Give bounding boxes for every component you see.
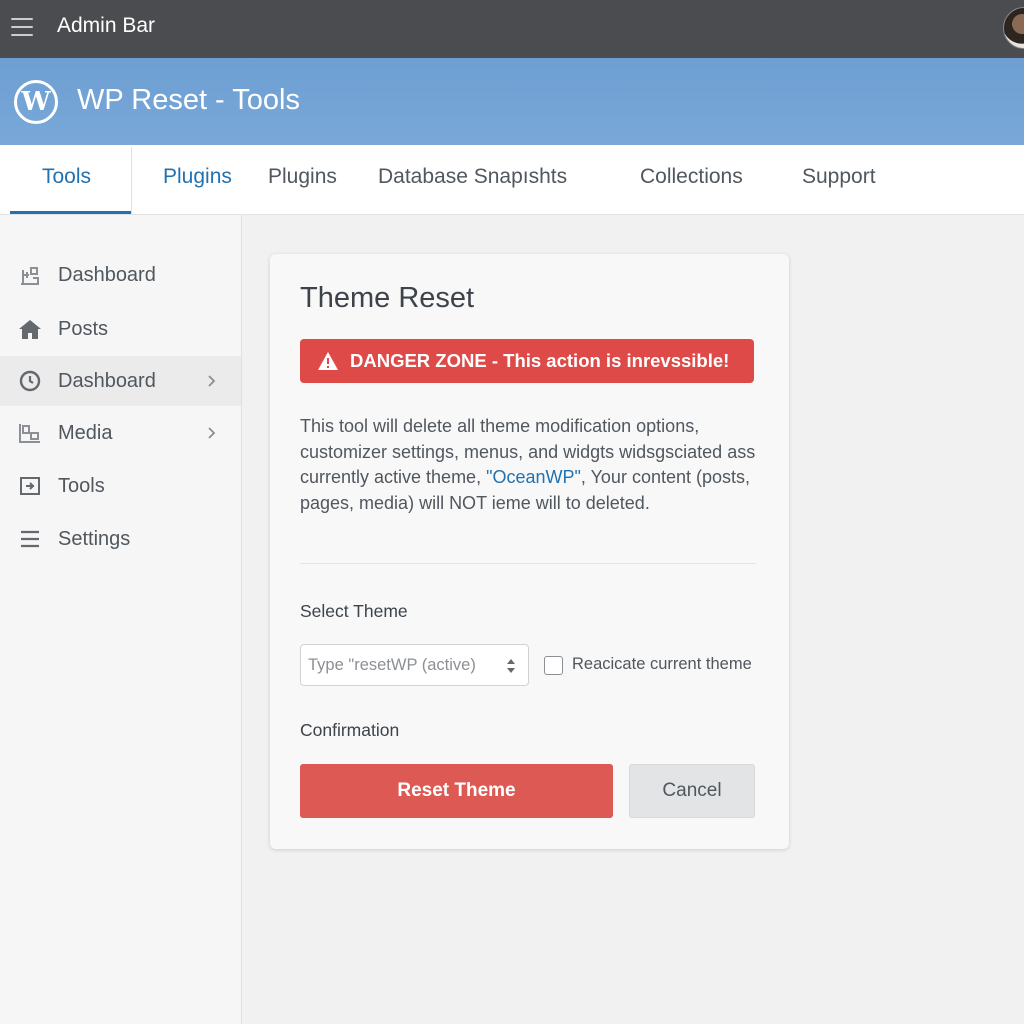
sidebar-item-settings[interactable]: Settings [0,514,241,564]
chevron-right-icon[interactable] [206,427,218,439]
confirmation-label: Confirmation [300,720,400,740]
card-title: Theme Reset [300,282,475,314]
wordpress-logo-icon[interactable]: W [14,80,58,124]
reactivate-theme-label: Reacicate current theme [572,655,752,673]
dashboard-icon [18,263,42,287]
page-title: WP Reset - Tools [77,84,300,116]
theme-select[interactable]: Type "resetWP (active) [300,644,529,686]
chevron-right-icon[interactable] [206,375,218,387]
cancel-button[interactable]: Cancel [629,764,755,818]
sidebar-item-label: Posts [58,317,109,340]
hamburger-icon[interactable] [11,18,33,36]
tab-bar: Tools Plugins Plugins Database Snapıshts… [0,145,1024,215]
avatar[interactable] [1003,7,1024,49]
sidebar: Dashboard Posts Dashboard Media Tools Se… [0,215,242,1024]
admin-bar-title: Admin Bar [57,14,156,37]
theme-select-value: Type "resetWP (active) [308,656,476,674]
select-arrows-icon [507,659,515,673]
clock-icon [18,369,42,393]
reset-theme-button[interactable]: Reset Theme [300,764,613,818]
active-tab-indicator [10,211,131,214]
theme-name: "OceanWP" [486,467,581,487]
sidebar-item-label: Media [58,421,113,444]
tools-icon [18,474,42,498]
sidebar-item-tools[interactable]: Tools [0,461,241,511]
tab-tools[interactable]: Tools [42,165,91,189]
tab-plugins-secondary[interactable]: Plugins [268,165,337,189]
media-icon [18,421,42,445]
theme-reset-card: Theme Reset DANGER ZONE - This action is… [270,254,789,849]
tab-divider [131,147,132,214]
danger-zone-banner: DANGER ZONE - This action is inrevssible… [300,339,754,383]
sidebar-item-dashboard-expanded[interactable]: Dashboard [0,356,241,406]
sidebar-item-label: Settings [58,527,131,550]
danger-zone-text: DANGER ZONE - This action is inrevssible… [350,350,730,371]
description-text: This tool will delete all theme modifica… [300,414,760,516]
sidebar-item-label: Dashboard [58,263,156,286]
sidebar-item-media[interactable]: Media [0,408,241,458]
sidebar-item-label: Tools [58,474,105,497]
reactivate-theme-checkbox[interactable] [544,656,563,675]
tab-plugins[interactable]: Plugins [163,165,232,189]
select-theme-label: Select Theme [300,601,408,621]
warning-icon [318,352,338,370]
tab-database-snapshots[interactable]: Database Snapıshts [378,165,567,189]
sidebar-item-posts[interactable]: Posts [0,304,241,354]
sidebar-item-dashboard[interactable]: Dashboard [0,250,241,300]
tab-support[interactable]: Support [802,165,876,189]
divider [300,563,756,564]
admin-bar: Admin Bar [0,0,1024,58]
home-icon [18,317,42,341]
sidebar-item-label: Dashboard [58,369,156,392]
settings-icon [18,527,42,551]
tab-collections[interactable]: Collections [640,165,743,189]
page-header: W WP Reset - Tools [0,58,1024,145]
